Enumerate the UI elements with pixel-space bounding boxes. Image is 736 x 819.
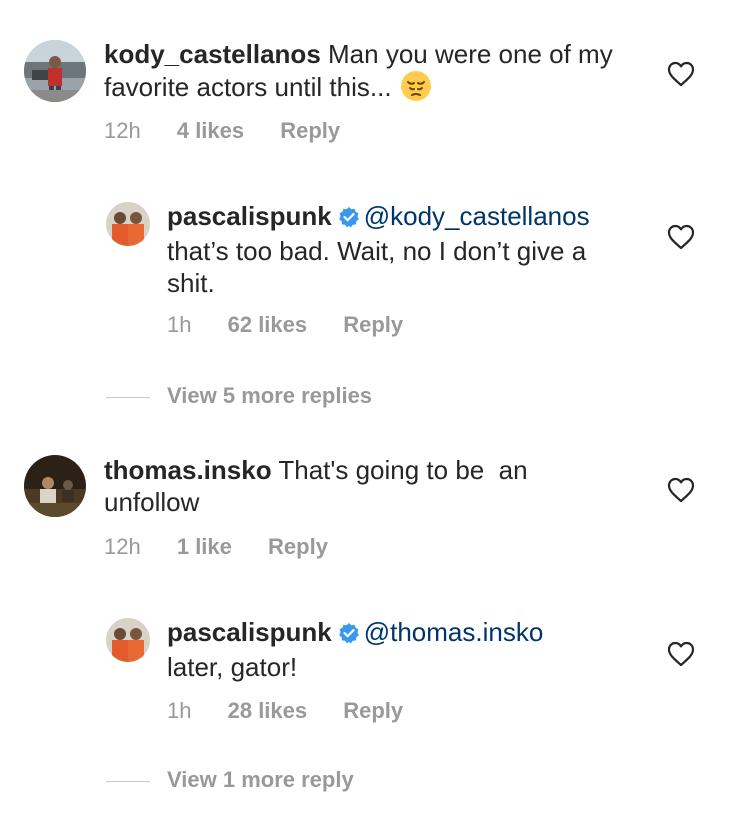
avatar[interactable] bbox=[106, 202, 150, 246]
username[interactable]: pascalispunk bbox=[167, 617, 332, 647]
view-more-divider bbox=[106, 397, 150, 398]
heart-icon[interactable] bbox=[667, 477, 695, 503]
reply-body: pascalispunk @kody_castellanos that’s to… bbox=[167, 200, 637, 299]
verified-badge-icon bbox=[338, 203, 360, 235]
reply-body: pascalispunk @thomas.insko later, gator! bbox=[167, 616, 637, 683]
verified-badge-icon bbox=[338, 619, 360, 651]
comment-body: thomas.insko That's going to be an unfol… bbox=[104, 454, 624, 518]
comment-meta: 12h 1 like Reply bbox=[104, 534, 358, 560]
comment-meta: 12h 4 likes Reply bbox=[104, 118, 370, 144]
reply-button[interactable]: Reply bbox=[343, 698, 403, 723]
username[interactable]: pascalispunk bbox=[167, 201, 332, 231]
reply-pascalispunk-1: pascalispunk @kody_castellanos that’s to… bbox=[0, 190, 736, 360]
reply-meta: 1h 62 likes Reply bbox=[167, 312, 433, 338]
likes-count[interactable]: 1 like bbox=[177, 534, 232, 559]
likes-count[interactable]: 28 likes bbox=[228, 698, 308, 723]
reply-button[interactable]: Reply bbox=[343, 312, 403, 337]
timestamp: 1h bbox=[167, 698, 192, 723]
pensive-face-emoji-icon bbox=[400, 70, 432, 109]
comment-thomas: thomas.insko That's going to be an unfol… bbox=[0, 440, 736, 580]
avatar[interactable] bbox=[24, 40, 86, 102]
heart-icon[interactable] bbox=[667, 61, 695, 87]
reply-pascalispunk-2: pascalispunk @thomas.insko later, gator!… bbox=[0, 606, 736, 746]
avatar[interactable] bbox=[106, 618, 150, 662]
avatar[interactable] bbox=[24, 455, 86, 517]
likes-count[interactable]: 4 likes bbox=[177, 118, 244, 143]
heart-icon[interactable] bbox=[667, 224, 695, 250]
heart-icon[interactable] bbox=[667, 641, 695, 667]
username[interactable]: thomas.insko bbox=[104, 455, 272, 485]
mention-link[interactable]: @thomas.insko bbox=[364, 617, 544, 647]
view-more-replies-button[interactable]: View 5 more replies bbox=[167, 383, 372, 409]
timestamp: 12h bbox=[104, 118, 141, 143]
view-more-replies-button[interactable]: View 1 more reply bbox=[167, 767, 354, 793]
view-more-divider bbox=[106, 781, 150, 782]
likes-count[interactable]: 62 likes bbox=[228, 312, 308, 337]
timestamp: 1h bbox=[167, 312, 192, 337]
reply-text: that’s too bad. Wait, no I don’t give a … bbox=[167, 236, 587, 298]
mention-link[interactable]: @kody_castellanos bbox=[364, 201, 590, 231]
reply-meta: 1h 28 likes Reply bbox=[167, 698, 433, 724]
reply-button[interactable]: Reply bbox=[268, 534, 328, 559]
comment-kody: kody_castellanos Man you were one of my … bbox=[0, 0, 736, 160]
reply-text: later, gator! bbox=[167, 652, 298, 682]
comment-body: kody_castellanos Man you were one of my … bbox=[104, 38, 624, 109]
timestamp: 12h bbox=[104, 534, 141, 559]
username[interactable]: kody_castellanos bbox=[104, 39, 321, 69]
reply-button[interactable]: Reply bbox=[280, 118, 340, 143]
